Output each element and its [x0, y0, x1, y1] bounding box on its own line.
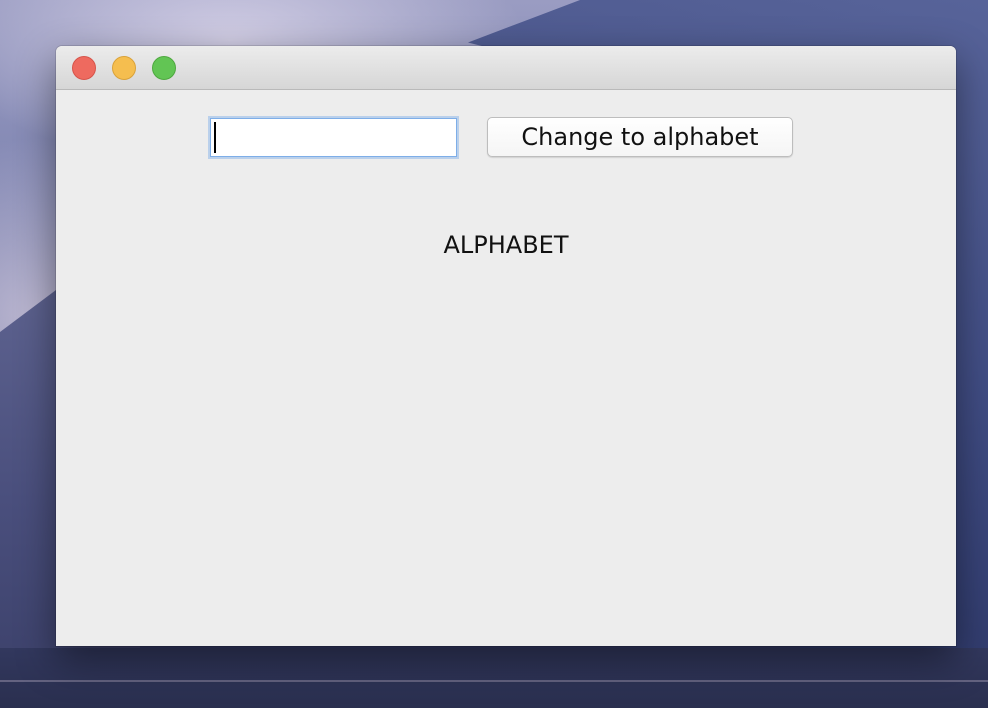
window-titlebar[interactable] [56, 46, 956, 90]
lake-shoreline [0, 680, 988, 682]
lake [0, 648, 988, 708]
result-label: ALPHABET [443, 231, 569, 259]
zoom-window-button[interactable] [152, 56, 176, 80]
window-content: Change to alphabet ALPHABET [56, 90, 956, 646]
app-window: Change to alphabet ALPHABET [56, 46, 956, 646]
close-window-button[interactable] [72, 56, 96, 80]
minimize-window-button[interactable] [112, 56, 136, 80]
text-cursor [214, 122, 216, 153]
text-input[interactable] [210, 118, 457, 157]
change-to-alphabet-button[interactable]: Change to alphabet [487, 117, 793, 157]
